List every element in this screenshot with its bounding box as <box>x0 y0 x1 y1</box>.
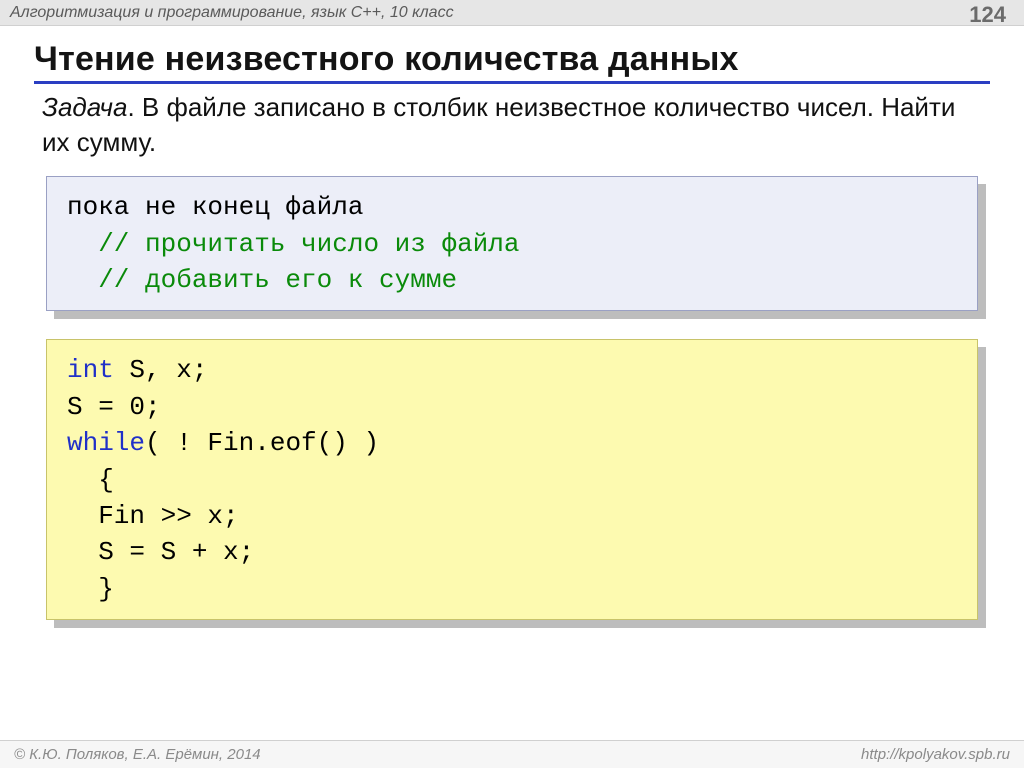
code-line-2: S = 0; <box>67 392 161 422</box>
pseudocode: пока не конец файла // прочитать число и… <box>46 176 978 311</box>
task-label: Задача <box>42 92 127 122</box>
footer: © К.Ю. Поляков, Е.А. Ерёмин, 2014 http:/… <box>0 740 1024 768</box>
course-title: Алгоритмизация и программирование, язык … <box>10 4 1014 22</box>
content: Чтение неизвестного количества данных За… <box>34 34 990 648</box>
while-cond: ( ! Fin.eof() ) <box>145 428 379 458</box>
page-number: 124 <box>969 2 1006 28</box>
kw-while: while <box>67 428 145 458</box>
code-block: int S, x; S = 0; while( ! Fin.eof() ) { … <box>46 339 978 620</box>
slide-title: Чтение неизвестного количества данных <box>34 40 990 84</box>
pseudo-line-2: // прочитать число из файла <box>67 229 519 259</box>
kw-int: int <box>67 355 114 385</box>
code-line-6: S = S + x; <box>67 537 254 567</box>
footer-copyright: © К.Ю. Поляков, Е.А. Ерёмин, 2014 <box>14 746 261 763</box>
code-line-7: } <box>67 574 114 604</box>
pseudo-line-1: пока не конец файла <box>67 192 363 222</box>
cpp-code: int S, x; S = 0; while( ! Fin.eof() ) { … <box>46 339 978 620</box>
code-line-5: Fin >> x; <box>67 501 239 531</box>
code-line-4: { <box>67 465 114 495</box>
task-text: Задача. В файле записано в столбик неизв… <box>42 90 982 160</box>
slide: Алгоритмизация и программирование, язык … <box>0 0 1024 768</box>
footer-url: http://kpolyakov.spb.ru <box>861 746 1010 763</box>
topbar: Алгоритмизация и программирование, язык … <box>0 0 1024 26</box>
task-body: . В файле записано в столбик неизвестное… <box>42 92 955 157</box>
decl-rest: S, x; <box>114 355 208 385</box>
pseudo-line-3: // добавить его к сумме <box>67 265 457 295</box>
pseudocode-block: пока не конец файла // прочитать число и… <box>46 176 978 311</box>
